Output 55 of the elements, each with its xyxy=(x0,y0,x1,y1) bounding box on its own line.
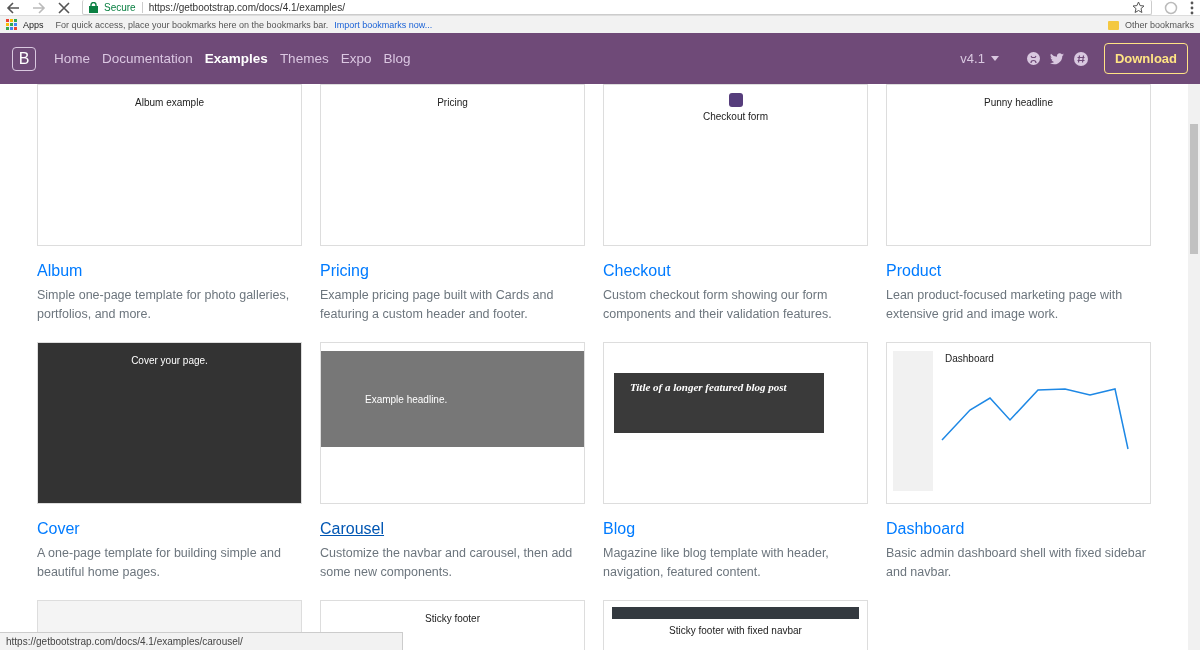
example-description: Example pricing page built with Cards and featuring a custom header and footer. xyxy=(320,287,555,323)
secure-label: Secure xyxy=(104,1,143,13)
example-description: Simple one-page template for photo galleries, portfolios, and more. xyxy=(37,287,291,323)
preview-headline: Dashboard xyxy=(944,353,995,364)
example-title-link[interactable]: Blog xyxy=(603,520,636,538)
nav-link[interactable]: Expo xyxy=(334,51,378,66)
preview-headline: Punny headline xyxy=(983,97,1054,108)
download-button[interactable]: Download xyxy=(1103,43,1188,74)
link-status-tooltip: https://getbootstrap.com/docs/4.1/examples/carousel/ xyxy=(0,632,403,650)
nav-link[interactable]: Examples xyxy=(198,51,274,66)
nav-link[interactable]: Documentation xyxy=(96,51,199,66)
preview-headline: Checkout form xyxy=(702,111,769,122)
example-title-link[interactable]: Product xyxy=(886,262,942,280)
example-description: Magazine like blog template with header, navigation, featured content. xyxy=(603,545,830,581)
apps-icon[interactable] xyxy=(6,19,17,30)
import-bookmarks-link[interactable]: Import bookmarks now... xyxy=(334,19,433,30)
close-icon[interactable] xyxy=(58,1,70,14)
example-description: Lean product-focused marketing page with extensive grid and image work. xyxy=(886,287,1124,323)
example-description: Custom checkout form showing our form components and their validation features. xyxy=(603,287,833,323)
nav-link[interactable]: Home xyxy=(48,51,96,66)
url-text: https://getbootstrap.com/docs/4.1/examples/ xyxy=(148,1,345,13)
preview-headline: Sticky footer with fixed navbar xyxy=(668,625,803,636)
caret-icon xyxy=(990,56,999,61)
preview-headline: Title of a longer featured blog post xyxy=(629,381,788,393)
example-description: A one-page template for building simple and beautiful home pages. xyxy=(37,545,282,581)
star-icon[interactable] xyxy=(1132,0,1145,14)
lock-icon xyxy=(89,1,98,13)
nav-link[interactable]: Blog xyxy=(377,51,417,66)
brand-logo[interactable]: B xyxy=(12,46,36,71)
example-description: Customize the navbar and carousel, then add some new components. xyxy=(320,545,574,581)
scrollbar[interactable] xyxy=(1188,84,1200,650)
preview-headline: Sticky footer xyxy=(424,613,481,624)
example-title-link[interactable]: Cover xyxy=(37,520,80,538)
version-dropdown[interactable]: v4.1 xyxy=(960,51,999,66)
example-title-link[interactable]: Pricing xyxy=(320,262,369,280)
example-title-link[interactable]: Checkout xyxy=(603,262,671,280)
bookmarks-hint: For quick access, place your bookmarks here on the bookmarks bar. xyxy=(55,19,329,30)
preview-headline: Cover your page. xyxy=(130,355,209,366)
other-bookmarks[interactable]: Other bookmarks xyxy=(1124,19,1194,30)
example-title-link[interactable]: Album xyxy=(37,262,83,280)
example-description: Basic admin dashboard shell with fixed sidebar and navbar. xyxy=(886,545,1147,581)
checkout-logo-icon xyxy=(728,93,743,107)
nav-link[interactable]: Themes xyxy=(273,51,335,66)
address-bar[interactable]: Secure https://getbootstrap.com/docs/4.1/examples/ xyxy=(82,0,1152,15)
preview-headline: Album example xyxy=(134,97,205,108)
menu-icon[interactable] xyxy=(1190,0,1194,15)
preview-headline: Example headline. xyxy=(364,393,449,405)
example-title-link[interactable]: Dashboard xyxy=(886,520,965,538)
preview-headline: Pricing xyxy=(436,97,469,108)
twitter-icon[interactable] xyxy=(1049,52,1064,65)
apps-label[interactable]: Apps xyxy=(23,19,44,30)
example-title-link[interactable]: Carousel xyxy=(320,520,385,538)
back-icon[interactable] xyxy=(6,0,20,15)
slack-icon[interactable] xyxy=(1073,51,1088,66)
scrollbar-thumb[interactable] xyxy=(1190,124,1198,254)
